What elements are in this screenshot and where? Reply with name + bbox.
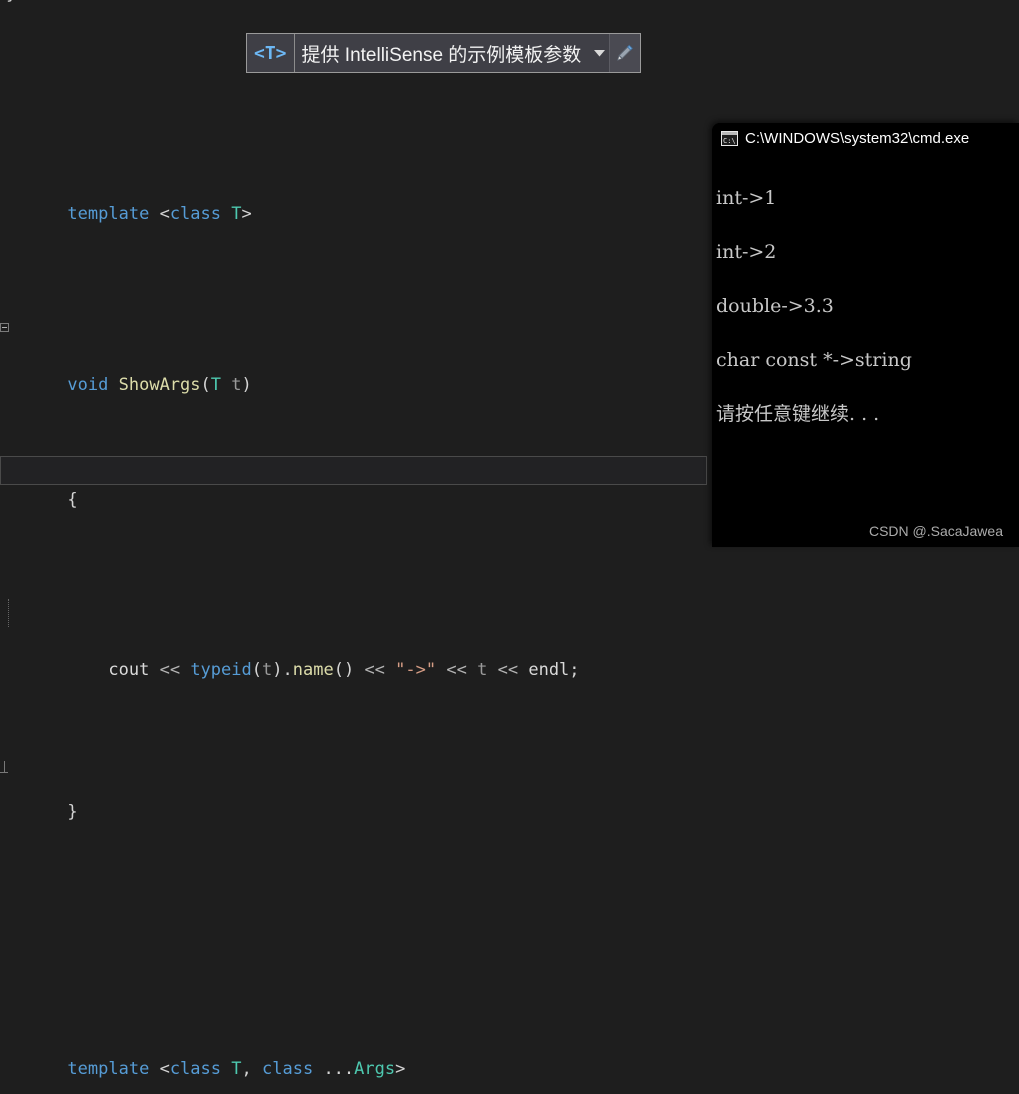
token-void: void — [67, 374, 109, 395]
token-var-t: t — [231, 374, 242, 395]
token-showargs: ShowArgs — [118, 374, 201, 395]
token-rparen-2: ) — [272, 659, 283, 680]
token-rangle-2: > — [395, 1058, 406, 1079]
token-class-2: class — [169, 1058, 221, 1079]
token-lparen-2: ( — [251, 659, 262, 680]
cmd-exe-icon: C:\ — [721, 131, 738, 146]
token-comma-1: , — [241, 1058, 252, 1079]
token-endl: endl — [528, 659, 570, 680]
tooltip-message: 提供 IntelliSense 的示例模板参数 — [294, 34, 590, 72]
token-type-T2: T — [210, 374, 222, 395]
token-shift-2: << — [364, 659, 385, 680]
outlining-end-marker — [0, 761, 8, 773]
token-rparen-3: ) — [343, 659, 355, 680]
console-output-line-2: int->2 — [716, 241, 777, 263]
token-rangle: > — [241, 203, 252, 224]
token-template-2: template — [67, 1058, 150, 1079]
token-langle-2: < — [159, 1058, 170, 1079]
token-langle: < — [159, 203, 170, 224]
indent-guide — [8, 598, 9, 627]
console-output-line-5: 请按任意键继续. . . — [716, 403, 880, 425]
token-type-T3: T — [231, 1058, 242, 1079]
token-semicolon: ; — [569, 659, 580, 680]
token-cout: cout — [108, 659, 150, 680]
intellisense-template-parameter-tooltip[interactable]: <T> 提供 IntelliSense 的示例模板参数 — [246, 33, 642, 73]
code-line-3-current[interactable]: { — [0, 456, 707, 510]
token-type-T: T — [231, 203, 242, 224]
code-line-6-blank[interactable] — [0, 884, 1019, 913]
token-var-t2: t — [261, 659, 273, 680]
console-title-bar[interactable]: C:\ C:\WINDOWS\system32\cmd.exe — [712, 123, 1019, 154]
stray-brace-glyph: } — [6, 0, 16, 9]
token-shift-4: << — [497, 659, 519, 680]
token-class-3: class — [262, 1058, 314, 1079]
token-shift-1: << — [159, 659, 181, 680]
token-class: class — [169, 203, 221, 224]
outlining-collapse-icon[interactable] — [0, 322, 9, 332]
token-str-arrow: "->" — [395, 659, 437, 680]
csdn-watermark: CSDN @.SacaJawea — [868, 523, 1003, 539]
chevron-down-icon[interactable] — [589, 34, 610, 72]
token-lparen-3: ( — [333, 659, 344, 680]
token-type-Args: Args — [354, 1058, 396, 1079]
token-rparen: ) — [241, 374, 252, 395]
template-parameter-badge: <T> — [247, 34, 295, 72]
code-line-5[interactable]: } — [0, 741, 1019, 822]
console-output-line-1: int->1 — [716, 187, 777, 209]
console-output-line-3: double->3.3 — [716, 295, 834, 317]
token-name: name — [292, 659, 334, 680]
token-lparen: ( — [200, 374, 211, 395]
token-shift-3: << — [446, 659, 467, 680]
token-lbrace: { — [67, 489, 78, 510]
token-typeid: typeid — [190, 659, 252, 680]
token-ellipsis-1: ... — [323, 1058, 355, 1079]
token-dot: . — [282, 659, 293, 680]
pencil-icon[interactable] — [609, 34, 641, 72]
code-line-4[interactable]: cout << typeid(t).name() << "->" << t <<… — [0, 598, 1019, 680]
svg-text:C:\: C:\ — [723, 137, 736, 145]
visual-studio-editor-screenshot: } template <class T> void ShowArgs(T t) … — [0, 0, 1019, 1079]
console-title-text: C:\WINDOWS\system32\cmd.exe — [745, 130, 970, 147]
token-var-t3: t — [477, 659, 488, 680]
token-template: template — [67, 203, 150, 224]
console-output: int->1 int->2 double->3.3 char const *->… — [712, 154, 1019, 482]
code-line-7[interactable]: template <class T, class ...Args> — [0, 1026, 1019, 1079]
token-rbrace: } — [67, 802, 78, 822]
console-output-line-4: char const *->string — [716, 349, 912, 371]
cmd-console-window[interactable]: C:\ C:\WINDOWS\system32\cmd.exe int->1 i… — [712, 123, 1019, 547]
